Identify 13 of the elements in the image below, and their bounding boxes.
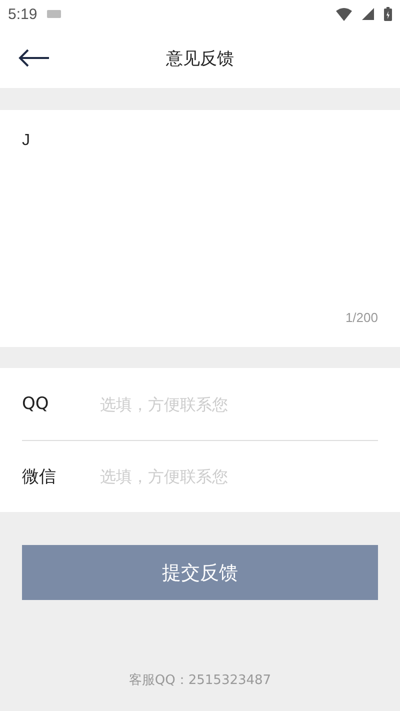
status-time: 5:19 — [8, 6, 38, 22]
back-arrow-icon — [18, 49, 50, 67]
feedback-field[interactable]: J — [22, 132, 378, 310]
contact-label: QQ — [22, 394, 50, 414]
feedback-box[interactable]: J 1/200 — [0, 110, 400, 347]
battery-icon — [384, 7, 392, 21]
support-contact: 客服QQ：2515323487 — [128, 672, 272, 689]
contact-label: 微信 — [22, 466, 57, 488]
character-counter: 1/200 — [345, 310, 378, 325]
signal-icon — [362, 8, 374, 20]
wifi-icon — [336, 8, 352, 20]
keyboard-icon — [47, 10, 62, 18]
page-title: 意见反馈 — [166, 48, 234, 70]
